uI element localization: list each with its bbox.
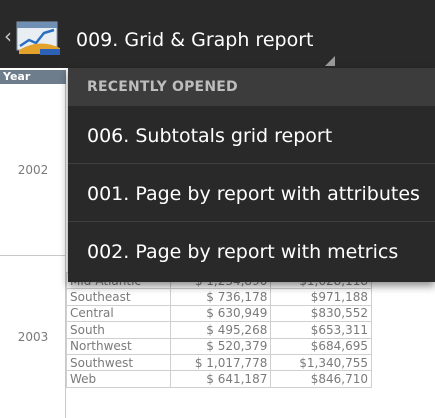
value-cell: $ 641,187 [169, 370, 272, 388]
table-row: Web $ 641,187 $846,710 [66, 370, 372, 388]
menu-item-label: 006. Subtotals grid report [87, 125, 333, 147]
menu-item-label: 001. Page by report with attributes [87, 183, 420, 205]
value-cell: $ 736,178 [169, 288, 272, 306]
region-cell: South [66, 321, 171, 339]
table-row: Southeast $ 736,178 $971,188 [66, 288, 372, 306]
report-data-table: Mid-Atlantic $ 1,234,890 $1,628,118 Sout… [66, 271, 372, 388]
table-row: South $ 495,268 $653,311 [66, 321, 372, 339]
section-label: RECENTLY OPENED [87, 79, 238, 95]
value-cell: $ 1,017,778 [169, 353, 272, 372]
chevron-left-icon[interactable]: ‹ [4, 26, 12, 46]
report-chart-logo-icon[interactable] [14, 18, 64, 56]
region-cell: Southwest [66, 353, 171, 372]
table-row: Northwest $ 520,379 $684,695 [66, 337, 372, 355]
year-cell-2002: 2002 [0, 84, 66, 256]
spinner-indicator-icon [325, 56, 335, 66]
value-cell: $1,340,755 [270, 353, 372, 372]
recent-report-item[interactable]: 002. Page by report with metrics [68, 222, 435, 280]
menu-item-label: 002. Page by report with metrics [87, 241, 399, 263]
value-cell: $ 495,268 [169, 321, 272, 339]
value-cell: $684,695 [270, 337, 372, 355]
value-cell: $ 630,949 [169, 304, 272, 323]
recent-report-item[interactable]: 006. Subtotals grid report [68, 106, 435, 164]
year-column-header: Year [0, 70, 66, 84]
region-cell: Web [66, 370, 171, 388]
region-cell: Central [66, 304, 171, 323]
table-row: Central $ 630,949 $830,552 [66, 304, 372, 323]
value-cell: $971,188 [270, 288, 372, 306]
region-cell: Southeast [66, 288, 171, 306]
recent-reports-dropdown: RECENTLY OPENED 006. Subtotals grid repo… [68, 68, 435, 282]
value-cell: $ 520,379 [169, 337, 272, 355]
value-cell: $653,311 [270, 321, 372, 339]
year-cell-2003: 2003 [17, 330, 49, 344]
region-cell: Northwest [66, 337, 171, 355]
recently-opened-header: RECENTLY OPENED [68, 68, 435, 106]
value-cell: $830,552 [270, 304, 372, 323]
value-cell: $846,710 [270, 370, 372, 388]
recent-report-item[interactable]: 001. Page by report with attributes [68, 164, 435, 222]
action-bar: ‹ 009. Grid & Graph report [0, 0, 435, 68]
report-title-spinner[interactable]: 009. Grid & Graph report [76, 28, 313, 52]
table-row: Southwest $ 1,017,778 $1,340,755 [66, 353, 372, 372]
